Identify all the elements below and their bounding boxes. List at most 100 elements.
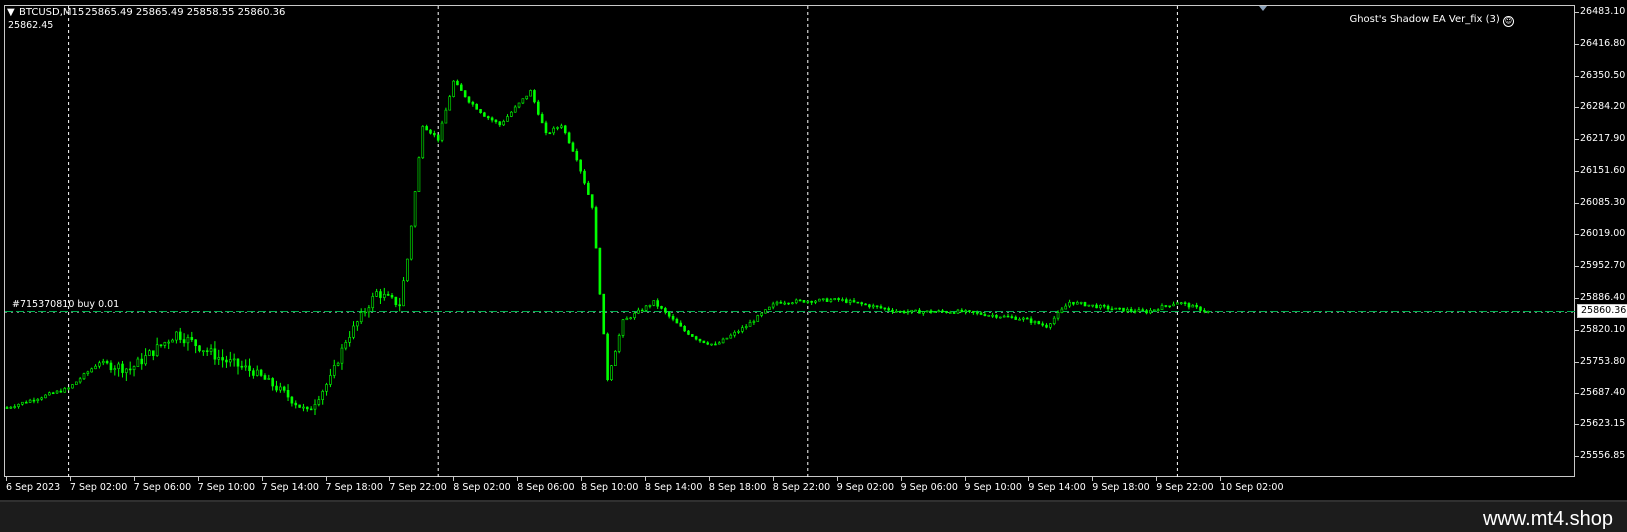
candle-body <box>17 403 20 407</box>
candle-body <box>798 299 802 302</box>
candle-body <box>771 303 775 308</box>
candle-body <box>583 170 586 184</box>
time-tick-label: 8 Sep 10:00 <box>581 482 639 493</box>
collapse-arrow-icon[interactable]: ▼ <box>7 7 15 19</box>
candle-body <box>444 109 448 124</box>
candle-body <box>436 134 440 141</box>
price-tick-mark <box>1575 43 1579 45</box>
price-tick-mark <box>1575 424 1579 426</box>
candle-body <box>1049 323 1052 328</box>
time-tick-mark <box>517 477 519 481</box>
candle-body <box>471 101 475 105</box>
candle-body <box>544 122 548 134</box>
candle-body <box>1137 309 1141 312</box>
candle-body <box>1002 315 1006 318</box>
chart-plot-area[interactable]: ▼ BTCUSD,M15 25865.49 25865.49 25858.55 … <box>4 5 1576 478</box>
candle-body <box>382 294 386 298</box>
candle-body <box>51 392 55 395</box>
time-tick-mark <box>453 477 455 481</box>
candle-body <box>136 358 140 367</box>
candle-body <box>75 381 78 385</box>
candle-body <box>101 361 105 364</box>
candle-body <box>806 300 810 303</box>
candle-body <box>621 319 625 336</box>
price-tick-mark <box>1575 266 1579 268</box>
candle-body <box>90 368 93 373</box>
price-tick-label: 25623.15 <box>1580 418 1626 430</box>
price-tick-mark <box>1575 234 1579 236</box>
candle-body <box>1022 317 1025 320</box>
candle-body <box>1160 305 1164 311</box>
time-tick-label: 9 Sep 14:00 <box>1028 482 1086 493</box>
candle-body <box>359 312 363 323</box>
price-tick-mark <box>1575 202 1579 204</box>
candle-body <box>1172 303 1175 307</box>
candles <box>5 79 1210 416</box>
expert-advisor-label[interactable]: Ghost's Shadow EA Ver_fix (3) ☺ <box>1349 14 1514 27</box>
candle-body <box>764 309 767 314</box>
candle-body <box>756 315 760 322</box>
candle-body <box>190 337 194 341</box>
candle-body <box>983 314 987 317</box>
candle-body <box>109 362 113 371</box>
candle-body <box>1133 310 1137 313</box>
candle-body <box>1199 306 1202 311</box>
candle-body <box>194 339 197 347</box>
candle-body <box>1106 305 1110 310</box>
candle-body <box>945 311 948 313</box>
candle-body <box>44 394 47 399</box>
candle-body <box>148 350 151 356</box>
candle-body <box>463 90 467 98</box>
candle-body <box>552 127 556 134</box>
candle-body <box>510 111 513 117</box>
candle-body <box>687 330 690 335</box>
candle-body <box>613 351 617 366</box>
candle-body <box>744 326 748 328</box>
candle-body <box>252 370 255 376</box>
candle-body <box>175 331 178 341</box>
candle-body <box>625 318 629 321</box>
candle-body <box>779 301 783 304</box>
candle-body <box>1191 304 1195 308</box>
candle-body <box>1145 310 1148 314</box>
time-tick-label: 9 Sep 06:00 <box>900 482 958 493</box>
order-line-label[interactable]: #715370810 buy 0.01 <box>12 299 119 311</box>
candle-body <box>229 359 232 363</box>
candle-body <box>533 90 536 103</box>
candle-body <box>456 80 459 86</box>
candle-body <box>906 311 910 314</box>
candle-body <box>818 298 821 302</box>
time-tick-mark <box>900 477 902 481</box>
candle-body <box>125 368 128 373</box>
candle-body <box>236 358 240 367</box>
candle-body <box>1006 315 1010 318</box>
candle-body <box>602 293 606 335</box>
price-tick-label: 25753.80 <box>1580 355 1626 367</box>
candle-body <box>1079 302 1083 304</box>
candle-body <box>356 321 359 327</box>
candle-body <box>852 300 856 303</box>
candle-body <box>698 338 702 342</box>
candle-body <box>833 298 837 301</box>
candle-body <box>275 385 278 391</box>
price-tick-mark <box>1575 298 1579 300</box>
candle-body <box>952 312 956 314</box>
candle-body <box>352 325 355 338</box>
candle-body <box>737 331 740 333</box>
candle-body <box>1091 304 1094 307</box>
candle-body <box>490 117 494 121</box>
time-tick-label: 7 Sep 18:00 <box>325 482 383 493</box>
candle-body <box>714 343 717 346</box>
time-tick-mark <box>772 477 774 481</box>
candle-body <box>398 304 402 307</box>
candle-body <box>279 386 282 391</box>
candle-body <box>825 298 829 302</box>
candle-body <box>1045 324 1048 328</box>
candle-body <box>313 404 317 410</box>
candle-body <box>675 318 679 324</box>
time-tick-label: 8 Sep 06:00 <box>517 482 575 493</box>
candle-body <box>325 384 328 392</box>
price-tick-label: 25687.40 <box>1580 387 1626 399</box>
candle-body <box>702 340 706 344</box>
candle-body <box>995 314 998 318</box>
